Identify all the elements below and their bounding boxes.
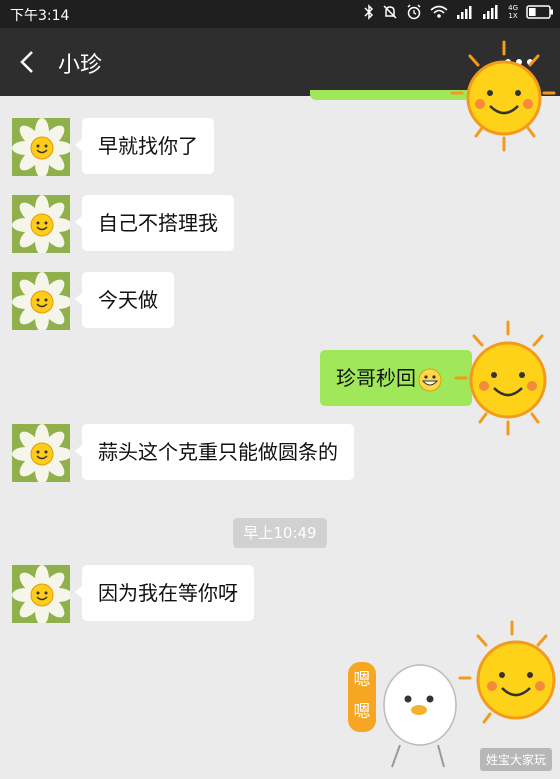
sun-sticker-icon [450,40,556,152]
daisy-avatar-icon [12,195,70,253]
previous-message-bubble-edge [310,90,470,100]
message-bubble[interactable]: 早就找你了 [75,118,214,174]
network-1x-label: 1X [508,12,518,20]
status-bar: 下午3:14 4G 1X [0,0,560,28]
daisy-avatar-icon [12,118,70,176]
contact-avatar[interactable] [12,195,70,253]
contact-avatar[interactable] [12,424,70,482]
signal-icon [457,6,472,19]
battery-icon [526,5,553,19]
grin-emoji-icon [418,368,442,391]
mute-bell-icon [383,5,397,19]
chick-sticker-icon [383,664,457,768]
contact-avatar[interactable] [12,272,70,330]
bluetooth-icon [364,4,374,20]
signal-secondary-icon [483,5,498,19]
message-bubble[interactable]: 自己不搭理我 [75,195,234,251]
message-timestamp: 早上10:49 [233,518,327,548]
contact-avatar[interactable] [12,565,70,623]
alarm-icon [407,4,421,20]
message-bubble[interactable]: 今天做 [75,272,174,328]
daisy-avatar-icon [12,272,70,330]
sun-sticker-icon [458,620,556,724]
chat-title: 小珍 [58,53,103,78]
my-message-text: 珍哥秒回 [336,366,416,390]
watermark: 姓宝大家玩 [479,748,552,771]
daisy-avatar-icon [12,424,70,482]
back-arrow-icon[interactable] [14,48,42,76]
sun-sticker-icon [454,320,547,436]
daisy-avatar-icon [12,565,70,623]
message-bubble[interactable]: 因为我在等你呀 [75,565,254,621]
message-bubble[interactable]: 蒜头这个克重只能做圆条的 [75,424,354,480]
network-type: 4G 1X [508,4,518,20]
contact-avatar[interactable] [12,118,70,176]
wifi-icon [430,5,448,18]
network-4g-label: 4G [508,4,518,12]
status-time: 下午3:14 [10,8,70,24]
my-message-bubble[interactable]: 珍哥秒回 [320,350,479,406]
